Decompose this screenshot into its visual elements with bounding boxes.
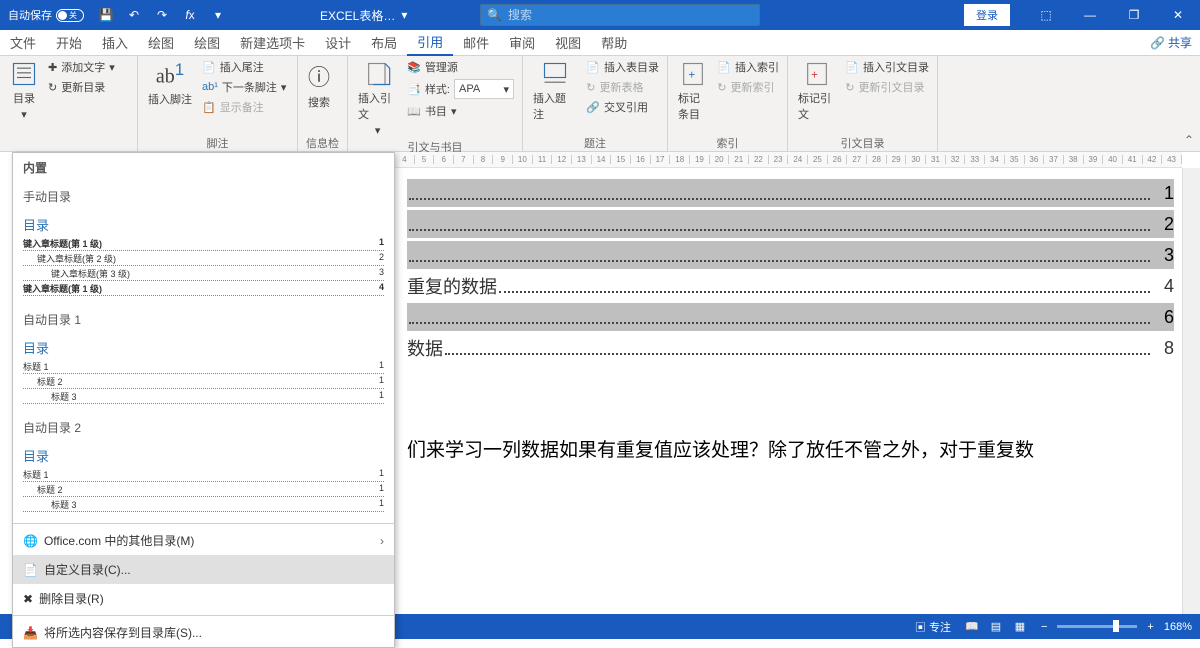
document-icon: 📄 <box>23 563 38 577</box>
citation-style-select[interactable]: 📑 样式: APA▾ <box>405 78 516 100</box>
ribbon-collapse-icon[interactable]: ⌃ <box>1184 133 1194 147</box>
tab-1[interactable]: 开始 <box>46 30 92 56</box>
tab-strip: 文件开始插入绘图绘图新建选项卡设计布局引用邮件审阅视图帮助 🔗共享 <box>0 30 1200 56</box>
toc-entry[interactable]: 3 <box>407 241 1174 269</box>
tab-12[interactable]: 帮助 <box>591 30 637 56</box>
save-icon[interactable]: 💾 <box>94 3 118 27</box>
tab-9[interactable]: 邮件 <box>453 30 499 56</box>
fx-icon[interactable]: fx <box>178 3 202 27</box>
tab-10[interactable]: 审阅 <box>499 30 545 56</box>
dd-preview-manual[interactable]: 目录 键入章标题(第 1 级)1键入章标题(第 2 级)2键入章标题(第 3 级… <box>13 211 394 305</box>
dd-preview-auto2[interactable]: 目录 标题 11标题 21标题 31 <box>13 442 394 521</box>
manage-sources-button[interactable]: 📚 管理源 <box>405 58 516 76</box>
zoom-level[interactable]: 168% <box>1164 621 1192 633</box>
horizontal-ruler[interactable]: 4567891011121314151617181920212223242526… <box>395 152 1182 168</box>
tab-4[interactable]: 绘图 <box>184 30 230 56</box>
body-text: 们来学习一列数据如果有重复值应该处理？除了放任不管之外，对于重复数 <box>407 435 1174 462</box>
bibliography-button[interactable]: 📖 书目 ▾ <box>405 102 516 120</box>
dd-manual-toc[interactable]: 手动目录 <box>13 182 394 211</box>
cross-reference-button[interactable]: 🔗 交叉引用 <box>584 98 661 116</box>
insert-citation-button[interactable]: 插入引文▾ <box>354 58 401 139</box>
save-icon: 📥 <box>23 626 38 640</box>
show-notes-button: 📋 显示备注 <box>200 98 288 116</box>
tab-11[interactable]: 视图 <box>545 30 591 56</box>
undo-icon[interactable]: ↶ <box>122 3 146 27</box>
add-text-button[interactable]: ✚ 添加文字 ▾ <box>46 58 117 76</box>
toc-dropdown: 内置 手动目录 目录 键入章标题(第 1 级)1键入章标题(第 2 级)2键入章… <box>12 152 395 648</box>
maximize-icon[interactable]: ❐ <box>1112 0 1156 30</box>
qat-dropdown-icon[interactable]: ▾ <box>206 3 230 27</box>
dd-save-selection[interactable]: 📥将所选内容保存到目录库(S)... <box>13 618 394 647</box>
toc-button[interactable]: 目录▾ <box>6 58 42 123</box>
tab-5[interactable]: 新建选项卡 <box>230 30 315 56</box>
update-table-button: ↻ 更新表格 <box>584 78 661 96</box>
dd-more-office[interactable]: 🌐Office.com 中的其他目录(M)› <box>13 526 394 555</box>
toc-entry[interactable]: 数据8 <box>407 334 1174 362</box>
tab-2[interactable]: 插入 <box>92 30 138 56</box>
autosave-label: 自动保存 <box>8 7 52 23</box>
quick-access-toolbar: 💾 ↶ ↷ fx ▾ <box>94 3 230 27</box>
toc-entry[interactable]: 6 <box>407 303 1174 331</box>
document-title[interactable]: EXCEL表格… ▾ <box>320 7 407 24</box>
tab-6[interactable]: 设计 <box>315 30 361 56</box>
search-box[interactable]: 🔍 <box>480 4 760 26</box>
print-layout-icon[interactable]: ▤ <box>985 618 1007 636</box>
zoom-in-button[interactable]: + <box>1147 621 1153 633</box>
update-toa-button: ↻ 更新引文目录 <box>843 78 931 96</box>
tab-0[interactable]: 文件 <box>0 30 46 56</box>
toc-entry[interactable]: 重复的数据4 <box>407 272 1174 300</box>
dd-remove-toc[interactable]: ✖删除目录(R) <box>13 584 394 613</box>
mark-entry-button[interactable]: + 标记条目 <box>674 58 711 124</box>
insert-toa-button[interactable]: 📄 插入引文目录 <box>843 58 931 76</box>
dd-custom-toc[interactable]: 📄自定义目录(C)... <box>13 555 394 584</box>
zoom-out-button[interactable]: − <box>1041 621 1047 633</box>
toc-entry[interactable]: 1 <box>407 179 1174 207</box>
insert-endnote-button[interactable]: 📄 插入尾注 <box>200 58 288 76</box>
document-area: 4567891011121314151617181920212223242526… <box>0 152 1200 614</box>
search-input[interactable] <box>508 8 759 22</box>
tab-3[interactable]: 绘图 <box>138 30 184 56</box>
focus-mode-button[interactable]: ▣ 专注 <box>915 619 951 635</box>
svg-text:+: + <box>688 69 695 82</box>
remove-icon: ✖ <box>23 592 33 606</box>
dd-heading-builtin: 内置 <box>13 153 394 182</box>
insert-caption-button[interactable]: 插入题注 <box>529 58 580 124</box>
insert-table-figures-button[interactable]: 📄 插入表目录 <box>584 58 661 76</box>
vertical-scrollbar[interactable] <box>1182 168 1200 614</box>
tab-8[interactable]: 引用 <box>407 30 453 56</box>
login-button[interactable]: 登录 <box>964 4 1010 26</box>
minimize-icon[interactable]: — <box>1068 0 1112 30</box>
dd-auto2[interactable]: 自动目录 2 <box>13 413 394 442</box>
tab-7[interactable]: 布局 <box>361 30 407 56</box>
next-footnote-button[interactable]: ab¹ 下一条脚注 ▾ <box>200 78 288 96</box>
read-mode-icon[interactable]: 📖 <box>961 618 983 636</box>
svg-text:+: + <box>811 69 818 82</box>
ribbon-display-icon[interactable]: ⬚ <box>1024 0 1068 30</box>
update-index-button: ↻ 更新索引 <box>715 78 781 96</box>
update-toc-button[interactable]: ↻ 更新目录 <box>46 78 117 96</box>
insert-footnote-button[interactable]: ab1 插入脚注 <box>144 58 196 109</box>
globe-icon: 🌐 <box>23 534 38 548</box>
insert-index-button[interactable]: 📄 插入索引 <box>715 58 781 76</box>
search-icon: 🔍 <box>487 8 502 22</box>
autosave-toggle[interactable]: 自动保存 关 <box>8 7 84 23</box>
share-button[interactable]: 🔗共享 <box>1150 34 1192 51</box>
dd-preview-auto1[interactable]: 目录 标题 11标题 21标题 31 <box>13 334 394 413</box>
toc-entry[interactable]: 2 <box>407 210 1174 238</box>
document-content[interactable]: 1 2 3 重复的数据4 6 数据8 们来学习一列数据如果有重复值应该处理？除了放任不管之… <box>399 168 1182 470</box>
ribbon: 目录▾ ✚ 添加文字 ▾ ↻ 更新目录 ab1 插入脚注 📄 插入尾注 ab¹ … <box>0 56 1200 152</box>
zoom-slider[interactable] <box>1057 625 1137 628</box>
search-button[interactable]: ⓘ搜索 <box>304 58 334 112</box>
dd-auto1[interactable]: 自动目录 1 <box>13 305 394 334</box>
close-icon[interactable]: ✕ <box>1156 0 1200 30</box>
title-bar: 自动保存 关 💾 ↶ ↷ fx ▾ EXCEL表格… ▾ 🔍 登录 ⬚ — ❐ … <box>0 0 1200 30</box>
web-layout-icon[interactable]: ▦ <box>1009 618 1031 636</box>
mark-citation-button[interactable]: + 标记引文 <box>794 58 839 124</box>
redo-icon[interactable]: ↷ <box>150 3 174 27</box>
